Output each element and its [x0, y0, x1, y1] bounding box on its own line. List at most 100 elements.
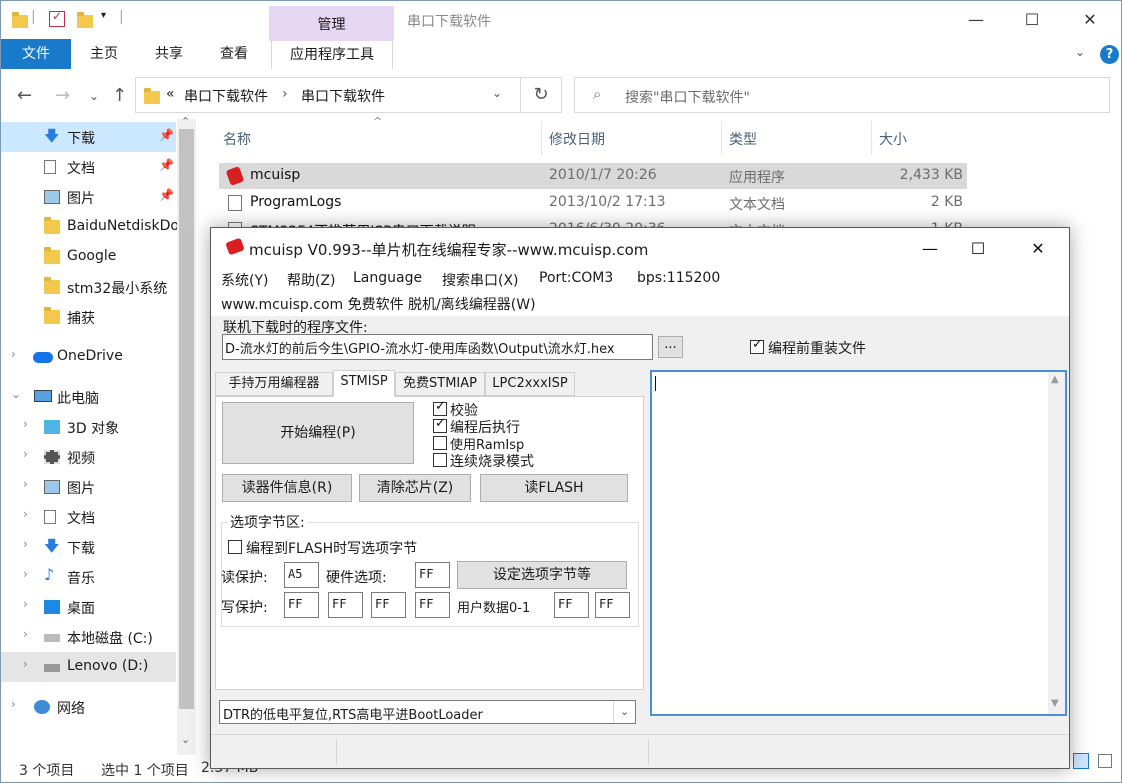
- up-arrow-icon[interactable]: ↑: [112, 85, 127, 106]
- use-ramisp-checkbox[interactable]: [433, 436, 447, 450]
- tab-view[interactable]: 查看: [209, 39, 259, 69]
- expand-chevron-icon[interactable]: ›: [23, 567, 28, 581]
- mcuisp-minimize-button[interactable]: —: [907, 234, 953, 264]
- column-divider[interactable]: [871, 121, 872, 155]
- expand-chevron-icon[interactable]: ›: [11, 697, 16, 711]
- expand-chevron-icon[interactable]: ›: [23, 627, 28, 641]
- user-data-input-1[interactable]: FF: [595, 592, 630, 618]
- write-protect-input-1[interactable]: FF: [284, 592, 319, 618]
- read-flash-button[interactable]: 读FLASH: [480, 474, 628, 502]
- expand-chevron-icon[interactable]: ›: [23, 477, 28, 491]
- qat-dropdown-icon[interactable]: ▾: [101, 10, 106, 21]
- nav-item-downloads[interactable]: 🡇 下载 📌: [1, 122, 176, 152]
- set-option-bytes-button[interactable]: 设定选项字节等: [457, 561, 627, 589]
- column-header-name[interactable]: 名称: [223, 129, 251, 149]
- mcuisp-close-button[interactable]: ✕: [1015, 234, 1061, 264]
- details-view-icon[interactable]: [1073, 753, 1089, 769]
- nav-item-videos[interactable]: › 视频: [1, 442, 176, 472]
- pin-icon[interactable]: 📌: [159, 158, 174, 172]
- breadcrumb-separator[interactable]: ›: [282, 86, 288, 102]
- write-option-bytes-checkbox[interactable]: [228, 540, 242, 554]
- forward-arrow-icon[interactable]: →: [55, 85, 70, 106]
- column-header-type[interactable]: 类型: [729, 129, 757, 149]
- column-divider[interactable]: [721, 121, 722, 155]
- maximize-button[interactable]: ☐: [1009, 5, 1055, 35]
- start-programming-button[interactable]: 开始编程(P): [222, 402, 414, 464]
- scroll-up-icon[interactable]: ⌃: [181, 115, 190, 128]
- help-icon[interactable]: ?: [1100, 45, 1119, 64]
- tab-home[interactable]: 主页: [79, 39, 129, 69]
- nav-item-baidunetdisk[interactable]: BaiduNetdiskDo: [1, 212, 177, 242]
- address-bar[interactable]: « 串口下载软件 › 串口下载软件 ⌄: [135, 77, 521, 113]
- nav-item-pictures-pc[interactable]: › 图片: [1, 472, 176, 502]
- nav-item-desktop[interactable]: › 桌面: [1, 592, 176, 622]
- menu-language[interactable]: Language: [353, 270, 422, 286]
- nav-item-documents-pc[interactable]: › 文档: [1, 502, 176, 532]
- continuous-burn-checkbox[interactable]: [433, 453, 447, 467]
- properties-icon[interactable]: ✓: [49, 9, 65, 27]
- close-button[interactable]: ✕: [1067, 5, 1113, 35]
- nav-item-documents[interactable]: 文档 📌: [1, 152, 176, 182]
- file-row[interactable]: ProgramLogs 2013/10/2 17:13 文本文档 2 KB: [219, 190, 967, 216]
- nav-item-drive-d[interactable]: › Lenovo (D:): [1, 652, 176, 682]
- dropdown-arrow-icon[interactable]: ⌄: [613, 701, 635, 723]
- navigation-scrollbar[interactable]: ⌃ ⌄: [177, 115, 196, 755]
- search-input[interactable]: ⌕ 搜索"串口下载软件": [574, 77, 1110, 113]
- nav-item-network[interactable]: › 网络: [1, 692, 176, 722]
- nav-item-music[interactable]: › ♪ 音乐: [1, 562, 176, 592]
- breadcrumb-overflow[interactable]: «: [166, 86, 175, 102]
- pin-icon[interactable]: 📌: [159, 188, 174, 202]
- write-protect-input-4[interactable]: FF: [415, 592, 450, 618]
- column-header-size[interactable]: 大小: [879, 129, 907, 149]
- nav-item-capture[interactable]: 捕获: [1, 302, 176, 332]
- nav-item-pictures[interactable]: 图片 📌: [1, 182, 176, 212]
- menu-port[interactable]: Port:COM3: [539, 270, 613, 286]
- file-row[interactable]: mcuisp 2010/1/7 20:26 应用程序 2,433 KB: [219, 163, 967, 189]
- collapse-chevron-icon[interactable]: ⌄: [11, 387, 21, 401]
- minimize-button[interactable]: —: [953, 5, 999, 35]
- menu-search-port[interactable]: 搜索串口(X): [442, 270, 519, 290]
- program-file-path-input[interactable]: D-流水灯的前后今生\GPIO-流水灯-使用库函数\Output\流水灯.hex: [222, 334, 653, 360]
- nav-item-this-pc[interactable]: ⌄ 此电脑: [1, 382, 176, 412]
- scroll-down-icon[interactable]: ▼: [1051, 698, 1059, 709]
- expand-chevron-icon[interactable]: ›: [23, 447, 28, 461]
- pin-icon[interactable]: 📌: [159, 128, 174, 142]
- tab-share[interactable]: 共享: [144, 39, 194, 69]
- nav-item-google[interactable]: Google: [1, 242, 176, 272]
- nav-item-stm32[interactable]: stm32最小系统: [1, 272, 176, 302]
- menu-system[interactable]: 系统(Y): [221, 270, 268, 290]
- column-header-date[interactable]: 修改日期: [549, 129, 605, 149]
- write-protect-input-2[interactable]: FF: [328, 592, 363, 618]
- breadcrumb-item[interactable]: 串口下载软件: [184, 86, 268, 106]
- tab-lpc2xxxisp[interactable]: LPC2xxxISP: [485, 372, 575, 396]
- nav-item-drive-c[interactable]: › 本地磁盘 (C:): [1, 622, 176, 652]
- new-folder-icon[interactable]: [77, 12, 93, 28]
- nav-item-downloads-pc[interactable]: › 🡇 下载: [1, 532, 176, 562]
- reload-before-program-checkbox[interactable]: [750, 337, 764, 354]
- back-arrow-icon[interactable]: ←: [17, 85, 32, 106]
- scroll-up-icon[interactable]: ▲: [1051, 374, 1059, 385]
- address-dropdown-icon[interactable]: ⌄: [492, 86, 502, 100]
- folder-icon[interactable]: [12, 12, 28, 28]
- erase-chip-button[interactable]: 清除芯片(Z): [359, 474, 471, 502]
- tab-stmiap[interactable]: 免费STMIAP: [395, 372, 485, 396]
- ribbon-expand-icon[interactable]: ⌄: [1075, 45, 1085, 59]
- tiles-view-icon[interactable]: [1098, 754, 1112, 768]
- manage-context-tab[interactable]: 管理: [269, 6, 394, 41]
- menu-help[interactable]: 帮助(Z): [287, 270, 336, 290]
- tab-handheld-programmer[interactable]: 手持万用编程器: [215, 372, 333, 396]
- mcuisp-maximize-button[interactable]: ☐: [955, 234, 1001, 264]
- tab-app-tools[interactable]: 应用程序工具: [271, 38, 393, 69]
- menu-bps[interactable]: bps:115200: [637, 270, 720, 286]
- log-scrollbar[interactable]: ▲ ▼: [1048, 372, 1065, 714]
- tab-file[interactable]: 文件: [1, 39, 71, 69]
- expand-chevron-icon[interactable]: ›: [23, 537, 28, 551]
- scroll-down-icon[interactable]: ⌄: [181, 733, 190, 746]
- read-device-info-button[interactable]: 读器件信息(R): [222, 474, 352, 502]
- user-data-input-0[interactable]: FF: [554, 592, 589, 618]
- column-divider[interactable]: [541, 121, 542, 155]
- nav-item-3d-objects[interactable]: › 3D 对象: [1, 412, 176, 442]
- tab-stmisp[interactable]: STMISP: [333, 370, 395, 397]
- recent-dropdown-icon[interactable]: ⌄: [89, 89, 99, 103]
- output-log-textarea[interactable]: ▲ ▼: [650, 370, 1067, 716]
